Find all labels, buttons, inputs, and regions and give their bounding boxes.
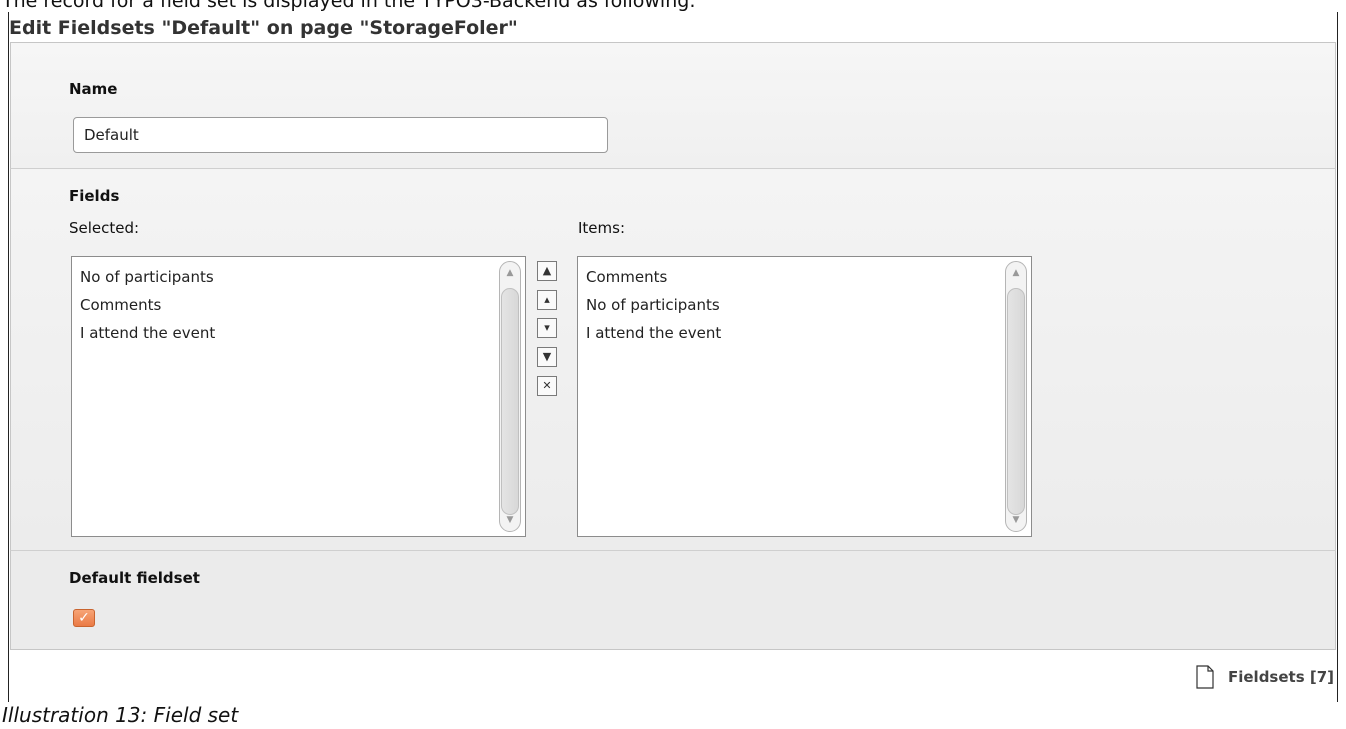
scroll-down-icon[interactable]: ▼ xyxy=(1006,511,1026,529)
available-list-item[interactable]: No of participants xyxy=(586,291,1031,319)
move-top-button[interactable]: ▲ xyxy=(537,261,557,281)
available-items-list[interactable]: Comments No of participants I attend the… xyxy=(577,256,1032,537)
selected-list-item[interactable]: Comments xyxy=(80,291,525,319)
scroll-up-icon[interactable]: ▲ xyxy=(1006,264,1026,282)
default-fieldset-checkbox[interactable]: ✓ xyxy=(73,609,95,627)
move-to-bottom-icon: ▼ xyxy=(542,350,552,363)
scroll-down-icon[interactable]: ▼ xyxy=(500,511,520,529)
scroll-up-icon[interactable]: ▲ xyxy=(500,264,520,282)
selected-fields-list[interactable]: No of participants Comments I attend the… xyxy=(71,256,526,537)
items-list-scrollbar[interactable]: ▲ ▼ xyxy=(1005,261,1027,532)
default-fieldset-panel xyxy=(10,550,1336,650)
fieldsets-link-label: Fieldsets [7] xyxy=(1227,668,1334,686)
move-bottom-button[interactable]: ▼ xyxy=(537,347,557,367)
scroll-thumb[interactable] xyxy=(501,288,519,515)
move-up-button[interactable]: ▴ xyxy=(537,290,557,310)
figure-caption: Illustration 13: Field set xyxy=(2,703,239,727)
name-label: Name xyxy=(69,80,118,98)
remove-icon: ✕ xyxy=(542,379,552,392)
items-label: Items: xyxy=(578,219,626,237)
move-down-button[interactable]: ▾ xyxy=(537,318,557,338)
available-list-item[interactable]: I attend the event xyxy=(586,319,1031,347)
fields-label: Fields xyxy=(69,187,120,205)
default-fieldset-label: Default fieldset xyxy=(69,569,200,587)
selected-list-item[interactable]: I attend the event xyxy=(80,319,525,347)
move-down-icon: ▾ xyxy=(544,321,550,334)
move-to-top-icon: ▲ xyxy=(542,264,552,277)
fieldsets-link[interactable]: Fieldsets [7] xyxy=(1196,665,1334,689)
name-input[interactable]: Default xyxy=(73,117,608,153)
checkmark-icon: ✓ xyxy=(78,610,90,626)
document-icon xyxy=(1196,665,1214,689)
selected-list-item[interactable]: No of participants xyxy=(80,263,525,291)
move-up-icon: ▴ xyxy=(544,293,550,306)
selected-list-scrollbar[interactable]: ▲ ▼ xyxy=(499,261,521,532)
available-list-item[interactable]: Comments xyxy=(586,263,1031,291)
intro-text: The record for a field set is displayed … xyxy=(2,0,696,12)
selected-label: Selected: xyxy=(69,219,140,237)
page-title: Edit Fieldsets "Default" on page "Storag… xyxy=(9,17,518,39)
scroll-thumb[interactable] xyxy=(1007,288,1025,515)
remove-button[interactable]: ✕ xyxy=(537,376,557,396)
